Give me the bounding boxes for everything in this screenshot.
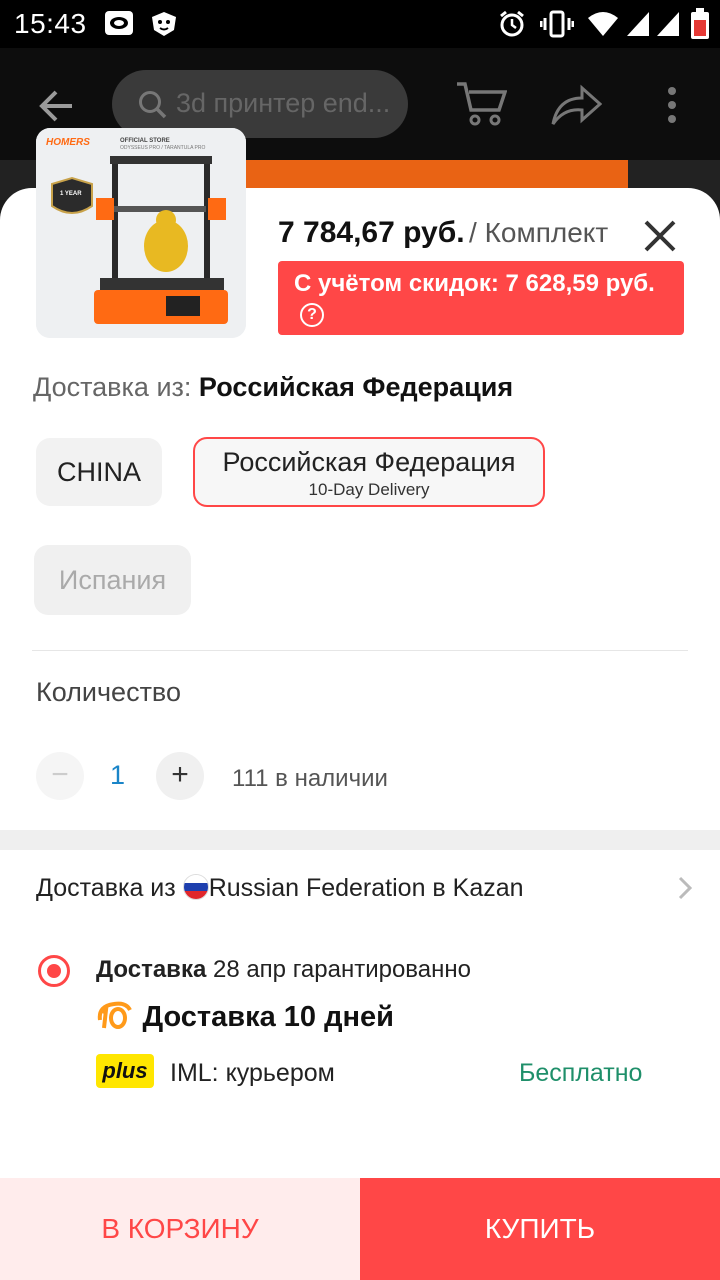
- vibrate-icon: [540, 10, 574, 38]
- discount-banner: С учётом скидок: 7 628,59 руб.?: [278, 261, 684, 335]
- thumb-store: OFFICIAL STORE: [120, 138, 170, 144]
- stock-count: 111 в наличии: [232, 765, 388, 792]
- section-separator: [0, 830, 720, 850]
- thumb-models: ODYSSEUS PRO / TARANTULA PRO: [120, 145, 206, 151]
- ship-option-china[interactable]: CHINA: [36, 438, 162, 506]
- battery-icon: [691, 8, 709, 39]
- close-icon[interactable]: [642, 218, 678, 254]
- delivery-method: Доставка 28 апр гарантированно: [96, 956, 471, 984]
- quantity-decrease-button[interactable]: −: [36, 752, 84, 800]
- signal-icon: [627, 12, 649, 36]
- more-options-icon[interactable]: [666, 86, 678, 126]
- product-price: 7 784,67 руб.: [278, 216, 465, 249]
- cart-icon[interactable]: [455, 80, 507, 126]
- status-bar: 15:43: [0, 0, 720, 48]
- share-icon[interactable]: [550, 84, 602, 126]
- ship-option-russia-label: Российская Федерация: [222, 447, 516, 477]
- delivery-prefix: Доставка из: [36, 874, 183, 902]
- search-placeholder: 3d принтер end...: [176, 88, 391, 118]
- courier-name: IML: курьером: [170, 1059, 335, 1087]
- ship-option-spain[interactable]: Испания: [34, 545, 191, 615]
- help-icon[interactable]: ?: [300, 302, 324, 327]
- back-arrow-icon[interactable]: [36, 86, 76, 126]
- quantity-increase-button[interactable]: +: [156, 752, 204, 800]
- app-notification-icon: [105, 11, 133, 35]
- thumb-warranty: 1 YEAR: [60, 191, 82, 197]
- delivery-radio-selected[interactable]: [38, 955, 70, 987]
- signal-2-icon: [657, 12, 679, 36]
- status-time: 15:43: [14, 8, 87, 39]
- ten-day-delivery-icon: [97, 1001, 132, 1029]
- lion-shield-icon: [152, 12, 176, 36]
- thumb-brand: HOMERS: [46, 137, 90, 148]
- sku-bottom-sheet: [0, 188, 720, 1280]
- product-thumbnail[interactable]: HOMERS OFFICIAL STORE ODYSSEUS PRO / TAR…: [36, 128, 246, 338]
- ship-option-russia-sub: 10-Day Delivery: [308, 480, 430, 499]
- delivery-destination[interactable]: Доставка из Russian Federation в Kazan: [36, 874, 524, 903]
- delivery-method-rest: 28 апр гарантированно: [206, 956, 471, 983]
- chevron-right-icon[interactable]: [678, 876, 692, 900]
- ship-from-value: Российская Федерация: [198, 372, 514, 402]
- quantity-value[interactable]: 1: [110, 760, 125, 791]
- alarm-icon: [500, 10, 524, 37]
- add-to-cart-button[interactable]: В КОРЗИНУ: [0, 1178, 360, 1280]
- delivery-price: Бесплатно: [519, 1059, 643, 1087]
- price-unit: / Комплект: [469, 217, 609, 248]
- fast-delivery-label: Доставка 10 дней: [142, 1001, 394, 1033]
- ship-from: Доставка из: Российская Федерация: [33, 372, 513, 403]
- plus-badge: plus: [96, 1054, 154, 1088]
- discount-label: С учётом скидок: 7 628,59 руб.: [294, 270, 655, 297]
- printer-image: HOMERS OFFICIAL STORE ODYSSEUS PRO / TAR…: [36, 128, 246, 338]
- delivery-suffix: Russian Federation в Kazan: [208, 874, 524, 902]
- search-icon: [139, 91, 167, 119]
- price-row: 7 784,67 руб. / Комплект: [278, 216, 608, 250]
- fast-delivery: Доставка 10 дней: [96, 1000, 394, 1034]
- ship-option-russia[interactable]: Российская Федерация 10-Day Delivery: [193, 437, 545, 507]
- ship-from-label: Доставка из:: [33, 372, 199, 402]
- wifi-icon: [588, 12, 618, 36]
- delivery-method-bold: Доставка: [96, 956, 207, 983]
- russia-flag-icon: [182, 874, 209, 900]
- divider: [32, 650, 688, 651]
- quantity-label: Количество: [36, 677, 181, 707]
- buy-now-button[interactable]: КУПИТЬ: [360, 1178, 720, 1280]
